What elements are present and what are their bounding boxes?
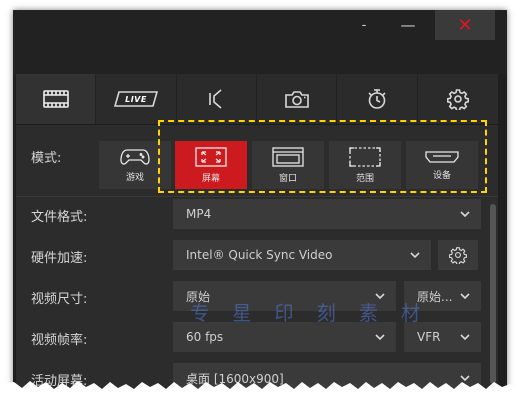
region-icon: [349, 147, 381, 167]
scrollbar-thumb[interactable]: [490, 204, 496, 384]
mode-device-label: 设备: [432, 171, 451, 181]
mode-screen-label: 屏幕: [201, 174, 220, 184]
torn-edge: [0, 381, 528, 405]
recording-panel: LIVE 模式: 游戏 屏幕 窗口 范围 设备 文件格式: MP4 硬件加速: …: [16, 74, 498, 405]
frame-rate-mode-value: VFR: [417, 330, 441, 344]
mode-game-label: 游戏: [125, 173, 144, 183]
format-label: 文件格式:: [31, 210, 88, 225]
gear-icon: [449, 247, 467, 264]
mode-window-button[interactable]: 窗口: [252, 141, 324, 189]
stopwatch-icon: [368, 89, 386, 109]
hw-accel-value: Intel® Quick Sync Video: [186, 248, 333, 262]
fullscreen-icon: [195, 147, 227, 167]
gamepad-icon: [120, 149, 150, 165]
chevron-down-icon: [374, 331, 386, 343]
chevron-down-icon: [459, 331, 471, 343]
tab-live[interactable]: LIVE: [96, 74, 177, 124]
video-size-label: 视频尺寸:: [31, 292, 88, 307]
app-window: - — ✕ LIVE 模式: 游戏 屏幕 窗口 范围 设备 文件格式: MP4 …: [13, 10, 507, 405]
frame-rate-label: 视频帧率:: [31, 333, 88, 348]
hw-accel-select[interactable]: Intel® Quick Sync Video: [173, 240, 431, 270]
divider: [16, 196, 498, 197]
close-button[interactable]: ✕: [435, 10, 495, 40]
camera-icon: [284, 91, 309, 108]
tab-settings[interactable]: [418, 74, 498, 124]
format-value: MP4: [186, 207, 212, 221]
chevron-down-icon: [459, 208, 471, 220]
mode-region-label: 范围: [355, 174, 374, 184]
frame-rate-select[interactable]: 60 fps: [173, 322, 396, 352]
window-icon: [272, 147, 304, 167]
minimize-button[interactable]: -: [349, 10, 379, 40]
mode-window-label: 窗口: [278, 174, 297, 184]
mode-region-button[interactable]: 范围: [329, 141, 401, 189]
frame-rate-value: 60 fps: [186, 330, 224, 344]
tab-timer[interactable]: [337, 74, 418, 124]
mode-game-button[interactable]: 游戏: [99, 141, 171, 189]
mode-device-button[interactable]: 设备: [406, 141, 478, 189]
watermark-text: 专 星 印 刻 素 材: [190, 301, 429, 325]
hw-accel-label: 硬件加速:: [31, 251, 88, 266]
tab-screenshot[interactable]: [257, 74, 338, 124]
maximize-button[interactable]: —: [391, 10, 425, 40]
mode-screen-button[interactable]: 屏幕: [175, 141, 247, 189]
tab-bar: LIVE: [16, 74, 498, 125]
chevron-down-icon: [459, 290, 471, 302]
tab-video[interactable]: [16, 74, 97, 124]
hw-accel-settings-button[interactable]: [438, 240, 478, 270]
film-icon: [42, 90, 69, 108]
chevron-down-icon: [409, 249, 421, 261]
mode-label: 模式:: [31, 151, 62, 166]
hdmi-icon: [425, 151, 459, 163]
gear-icon: [446, 89, 469, 110]
speaker-icon: [209, 89, 222, 109]
title-bar: - — ✕: [13, 10, 507, 74]
live-label: LIVE: [125, 95, 147, 104]
tab-audio[interactable]: [177, 74, 257, 124]
format-select[interactable]: MP4: [173, 199, 481, 229]
frame-rate-mode-select[interactable]: VFR: [404, 322, 481, 352]
